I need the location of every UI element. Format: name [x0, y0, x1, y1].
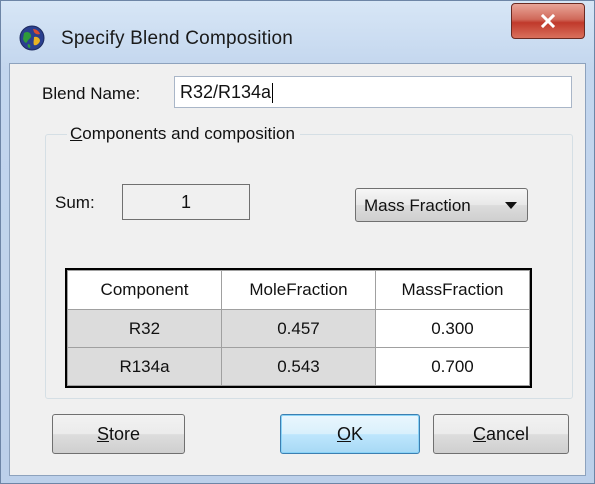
chevron-down-icon: [505, 202, 517, 209]
window-title: Specify Blend Composition: [61, 28, 294, 49]
table-row: R32 0.457 0.300: [67, 309, 530, 348]
dialog-client-area: Blend Name: R32/R134a Components and com…: [9, 63, 586, 476]
blend-name-input[interactable]: R32/R134a: [174, 76, 572, 108]
blend-name-label: Blend Name:: [42, 84, 141, 103]
component-cell: R32: [67, 309, 222, 348]
column-header-mass-fraction: MassFraction: [375, 270, 530, 310]
fraction-basis-dropdown[interactable]: Mass Fraction: [355, 188, 528, 222]
fraction-basis-selected: Mass Fraction: [364, 196, 471, 215]
sum-label: Sum:: [55, 193, 95, 212]
dialog-window: Specify Blend Composition Blend Name: R3…: [0, 0, 595, 484]
column-header-mole-fraction: MoleFraction: [221, 270, 376, 310]
close-icon: [540, 13, 556, 29]
column-header-component: Component: [67, 270, 222, 310]
grid-header-row: Component MoleFraction MassFraction: [67, 270, 530, 310]
components-group-label: Components and composition: [67, 124, 300, 144]
mass-fraction-cell[interactable]: 0.300: [375, 309, 530, 348]
cancel-button[interactable]: Cancel: [433, 414, 569, 454]
blend-name-value: R32/R134a: [180, 82, 272, 102]
ok-button[interactable]: OK: [280, 414, 420, 454]
mole-fraction-cell: 0.457: [221, 309, 376, 348]
mole-fraction-cell: 0.543: [221, 347, 376, 386]
title-bar[interactable]: Specify Blend Composition: [1, 1, 594, 63]
composition-grid: Component MoleFraction MassFraction R32 …: [65, 268, 532, 388]
component-cell: R134a: [67, 347, 222, 386]
sum-value-box: 1: [122, 184, 250, 220]
globe-icon: [19, 25, 45, 51]
table-row: R134a 0.543 0.700: [67, 347, 530, 386]
mass-fraction-cell[interactable]: 0.700: [375, 347, 530, 386]
store-button[interactable]: Store: [52, 414, 185, 454]
text-caret: [272, 83, 274, 104]
close-button[interactable]: [511, 3, 585, 39]
